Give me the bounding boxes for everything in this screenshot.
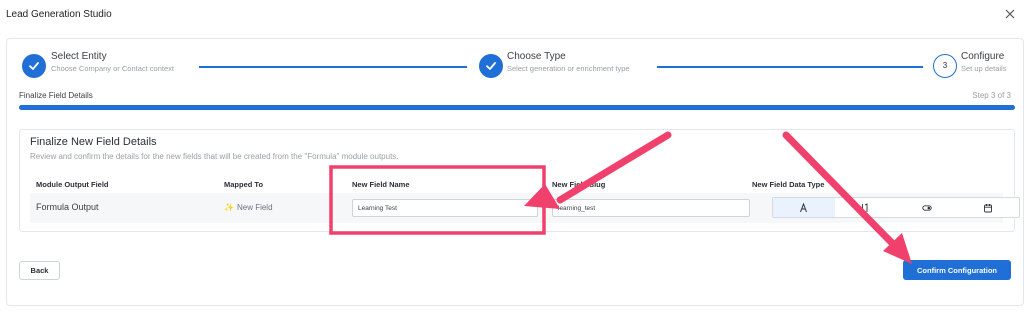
progress-bar-fill bbox=[19, 105, 1015, 110]
app-title: Lead Generation Studio bbox=[6, 9, 112, 20]
number-type-icon[interactable] bbox=[835, 198, 897, 217]
boolean-type-icon[interactable] bbox=[896, 198, 958, 217]
confirm-configuration-button[interactable]: Confirm Configuration bbox=[903, 260, 1011, 280]
back-button[interactable]: Back bbox=[19, 261, 60, 280]
configuration-dialog: Select Entity Choose Company or Contact … bbox=[6, 38, 1024, 306]
column-header-output-field: Module Output Field bbox=[36, 180, 109, 189]
card-description: Review and confirm the details for the n… bbox=[30, 152, 399, 161]
step-2-title: Choose Type bbox=[507, 51, 566, 62]
date-type-icon[interactable] bbox=[958, 198, 1020, 217]
column-header-data-type: New Field Data Type bbox=[752, 180, 825, 189]
step-3-number-badge: 3 bbox=[933, 54, 957, 78]
field-details-card: Finalize New Field Details Review and co… bbox=[19, 129, 1020, 232]
field-name-input[interactable] bbox=[352, 199, 538, 217]
step-2-subtitle: Select generation or enrichment type bbox=[507, 64, 630, 73]
stepper: Select Entity Choose Company or Contact … bbox=[19, 49, 1019, 89]
column-header-field-name: New Field Name bbox=[352, 180, 410, 189]
step-connector bbox=[657, 66, 923, 68]
card-title: Finalize New Field Details bbox=[30, 136, 157, 148]
progress-bar bbox=[19, 105, 1015, 110]
field-slug-input[interactable] bbox=[552, 199, 750, 217]
mapped-to-cell: ✨ New Field bbox=[224, 203, 273, 212]
step-connector bbox=[199, 66, 467, 68]
step-complete-check-icon bbox=[479, 54, 503, 78]
window-title-bar: Lead Generation Studio bbox=[0, 0, 1024, 30]
table-row: Formula Output ✨ New Field bbox=[30, 193, 1020, 223]
progress-step-count: Step 3 of 3 bbox=[972, 91, 1011, 100]
output-field-cell: Formula Output bbox=[36, 202, 99, 212]
data-type-selector bbox=[772, 197, 1020, 218]
step-1-title: Select Entity bbox=[51, 51, 107, 62]
text-type-icon[interactable] bbox=[773, 198, 835, 217]
sparkle-icon: ✨ bbox=[224, 203, 234, 212]
close-icon[interactable] bbox=[1002, 6, 1018, 22]
column-header-mapped-to: Mapped To bbox=[224, 180, 264, 189]
step-3-title: Configure bbox=[961, 51, 1005, 62]
step-3-subtitle: Set up details bbox=[961, 64, 1007, 73]
step-1-subtitle: Choose Company or Contact context bbox=[51, 64, 174, 73]
progress-label: Finalize Field Details bbox=[19, 91, 93, 100]
column-header-field-slug: New Field Slug bbox=[552, 180, 606, 189]
step-complete-check-icon bbox=[22, 54, 46, 78]
